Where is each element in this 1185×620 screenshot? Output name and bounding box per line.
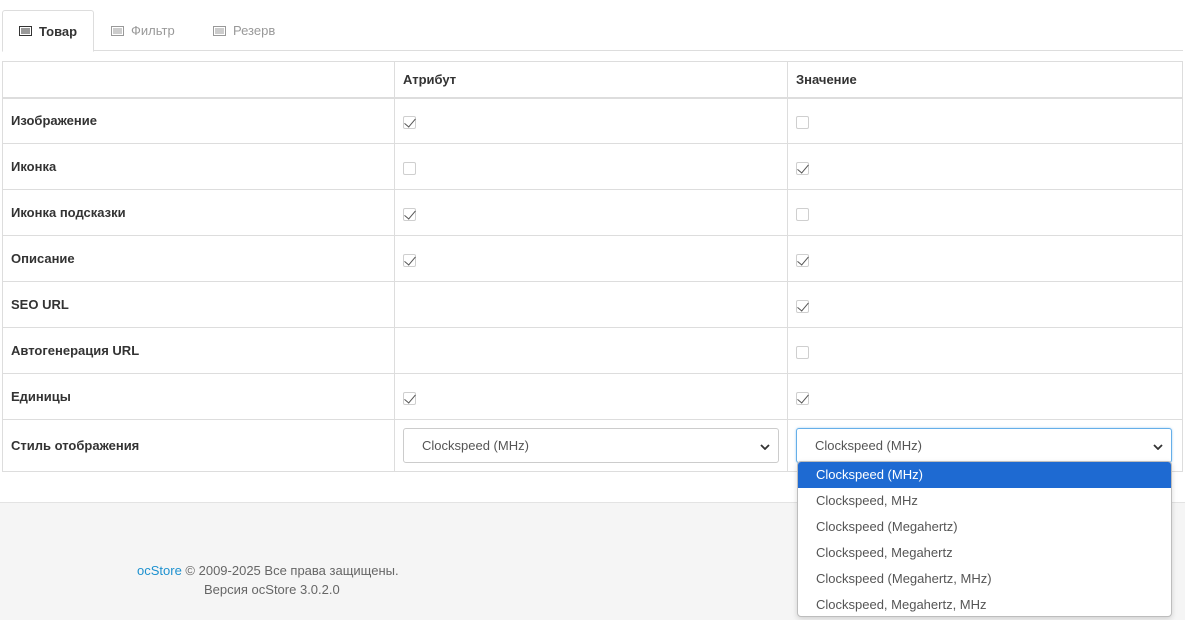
row-label: Иконка подсказки <box>2 189 395 236</box>
copyright-text: © 2009-2025 Все права защищены. <box>181 563 399 578</box>
value-display-style-select[interactable]: Clockspeed (MHz) <box>796 428 1172 463</box>
value-cell <box>787 189 1183 236</box>
chevron-down-icon <box>760 438 770 453</box>
value-checkbox[interactable] <box>796 345 809 359</box>
chevron-down-icon <box>1153 438 1163 453</box>
table-row: SEO URL <box>2 281 1183 328</box>
tab-bar: Товар Фильтр Резерв <box>2 10 1183 52</box>
attribute-cell <box>394 189 788 236</box>
row-label: Иконка <box>2 143 395 190</box>
value-cell <box>787 327 1183 374</box>
attribute-checkbox[interactable] <box>403 391 416 405</box>
value-checkbox[interactable] <box>796 391 809 405</box>
list-icon <box>111 25 124 36</box>
value-checkbox[interactable] <box>796 253 809 267</box>
dropdown-option[interactable]: Clockspeed (Megahertz) <box>798 514 1171 540</box>
attribute-checkbox[interactable] <box>403 115 416 129</box>
row-label: Автогенерация URL <box>2 327 395 374</box>
row-label: Единицы <box>2 373 395 420</box>
dropdown-option[interactable]: Clockspeed (Megahertz, MHz) <box>798 566 1171 592</box>
attribute-cell <box>394 327 788 374</box>
table-row: Описание <box>2 235 1183 282</box>
value-checkbox[interactable] <box>796 115 809 129</box>
row-label: Стиль отображения <box>2 419 395 472</box>
value-checkbox[interactable] <box>796 299 809 313</box>
row-label: Описание <box>2 235 395 282</box>
dropdown-option[interactable]: Clockspeed, Megahertz, MHz <box>798 592 1171 616</box>
column-header-empty <box>2 61 395 99</box>
value-cell <box>787 373 1183 420</box>
attribute-cell <box>394 373 788 420</box>
footer-brand-link[interactable]: ocStore <box>137 563 182 578</box>
attribute-cell <box>394 281 788 328</box>
table-row: Иконка подсказки <box>2 189 1183 236</box>
value-cell <box>787 235 1183 282</box>
value-cell <box>787 143 1183 190</box>
select-value: Clockspeed (MHz) <box>422 438 529 453</box>
value-cell <box>787 97 1183 144</box>
display-style-dropdown: Clockspeed (MHz) Clockspeed, MHz Clockspee… <box>797 461 1172 617</box>
column-header-value: Значение <box>787 61 1183 99</box>
row-label: SEO URL <box>2 281 395 328</box>
attribute-checkbox[interactable] <box>403 161 416 175</box>
attribute-cell <box>394 97 788 144</box>
dropdown-option[interactable]: Clockspeed, Megahertz <box>798 540 1171 566</box>
dropdown-option[interactable]: Clockspeed (MHz) <box>798 462 1171 488</box>
footer-copyright: ocStore © 2009-2025 Все права защищены. <box>137 563 399 578</box>
tab-filter[interactable]: Фильтр <box>95 10 191 51</box>
attribute-cell <box>394 235 788 282</box>
attribute-checkbox[interactable] <box>403 253 416 267</box>
tab-label: Товар <box>39 23 78 39</box>
value-cell <box>787 281 1183 328</box>
attribute-display-style-select[interactable]: Clockspeed (MHz) <box>403 428 779 463</box>
list-icon <box>19 26 32 36</box>
list-icon <box>213 25 226 36</box>
tab-label: Резерв <box>233 23 276 38</box>
select-value: Clockspeed (MHz) <box>815 438 922 453</box>
table-row: Иконка <box>2 143 1183 190</box>
table-row: Единицы <box>2 373 1183 420</box>
footer-version: Версия ocStore 3.0.2.0 <box>204 582 340 597</box>
value-checkbox[interactable] <box>796 207 809 221</box>
table-row: Автогенерация URL <box>2 327 1183 374</box>
dropdown-option[interactable]: Clockspeed, MHz <box>798 488 1171 514</box>
tab-product[interactable]: Товар <box>2 10 95 52</box>
row-label: Изображение <box>2 97 395 144</box>
tab-reserve[interactable]: Резерв <box>197 10 291 51</box>
tab-label: Фильтр <box>131 23 175 38</box>
column-header-attribute: Атрибут <box>394 61 788 99</box>
attribute-cell: Clockspeed (MHz) <box>394 419 788 472</box>
value-checkbox[interactable] <box>796 161 809 175</box>
table-row: Изображение <box>2 97 1183 144</box>
attribute-checkbox[interactable] <box>403 207 416 221</box>
settings-table: Атрибут Значение Изображение Иконка Иконка… <box>2 61 1183 472</box>
attribute-cell <box>394 143 788 190</box>
